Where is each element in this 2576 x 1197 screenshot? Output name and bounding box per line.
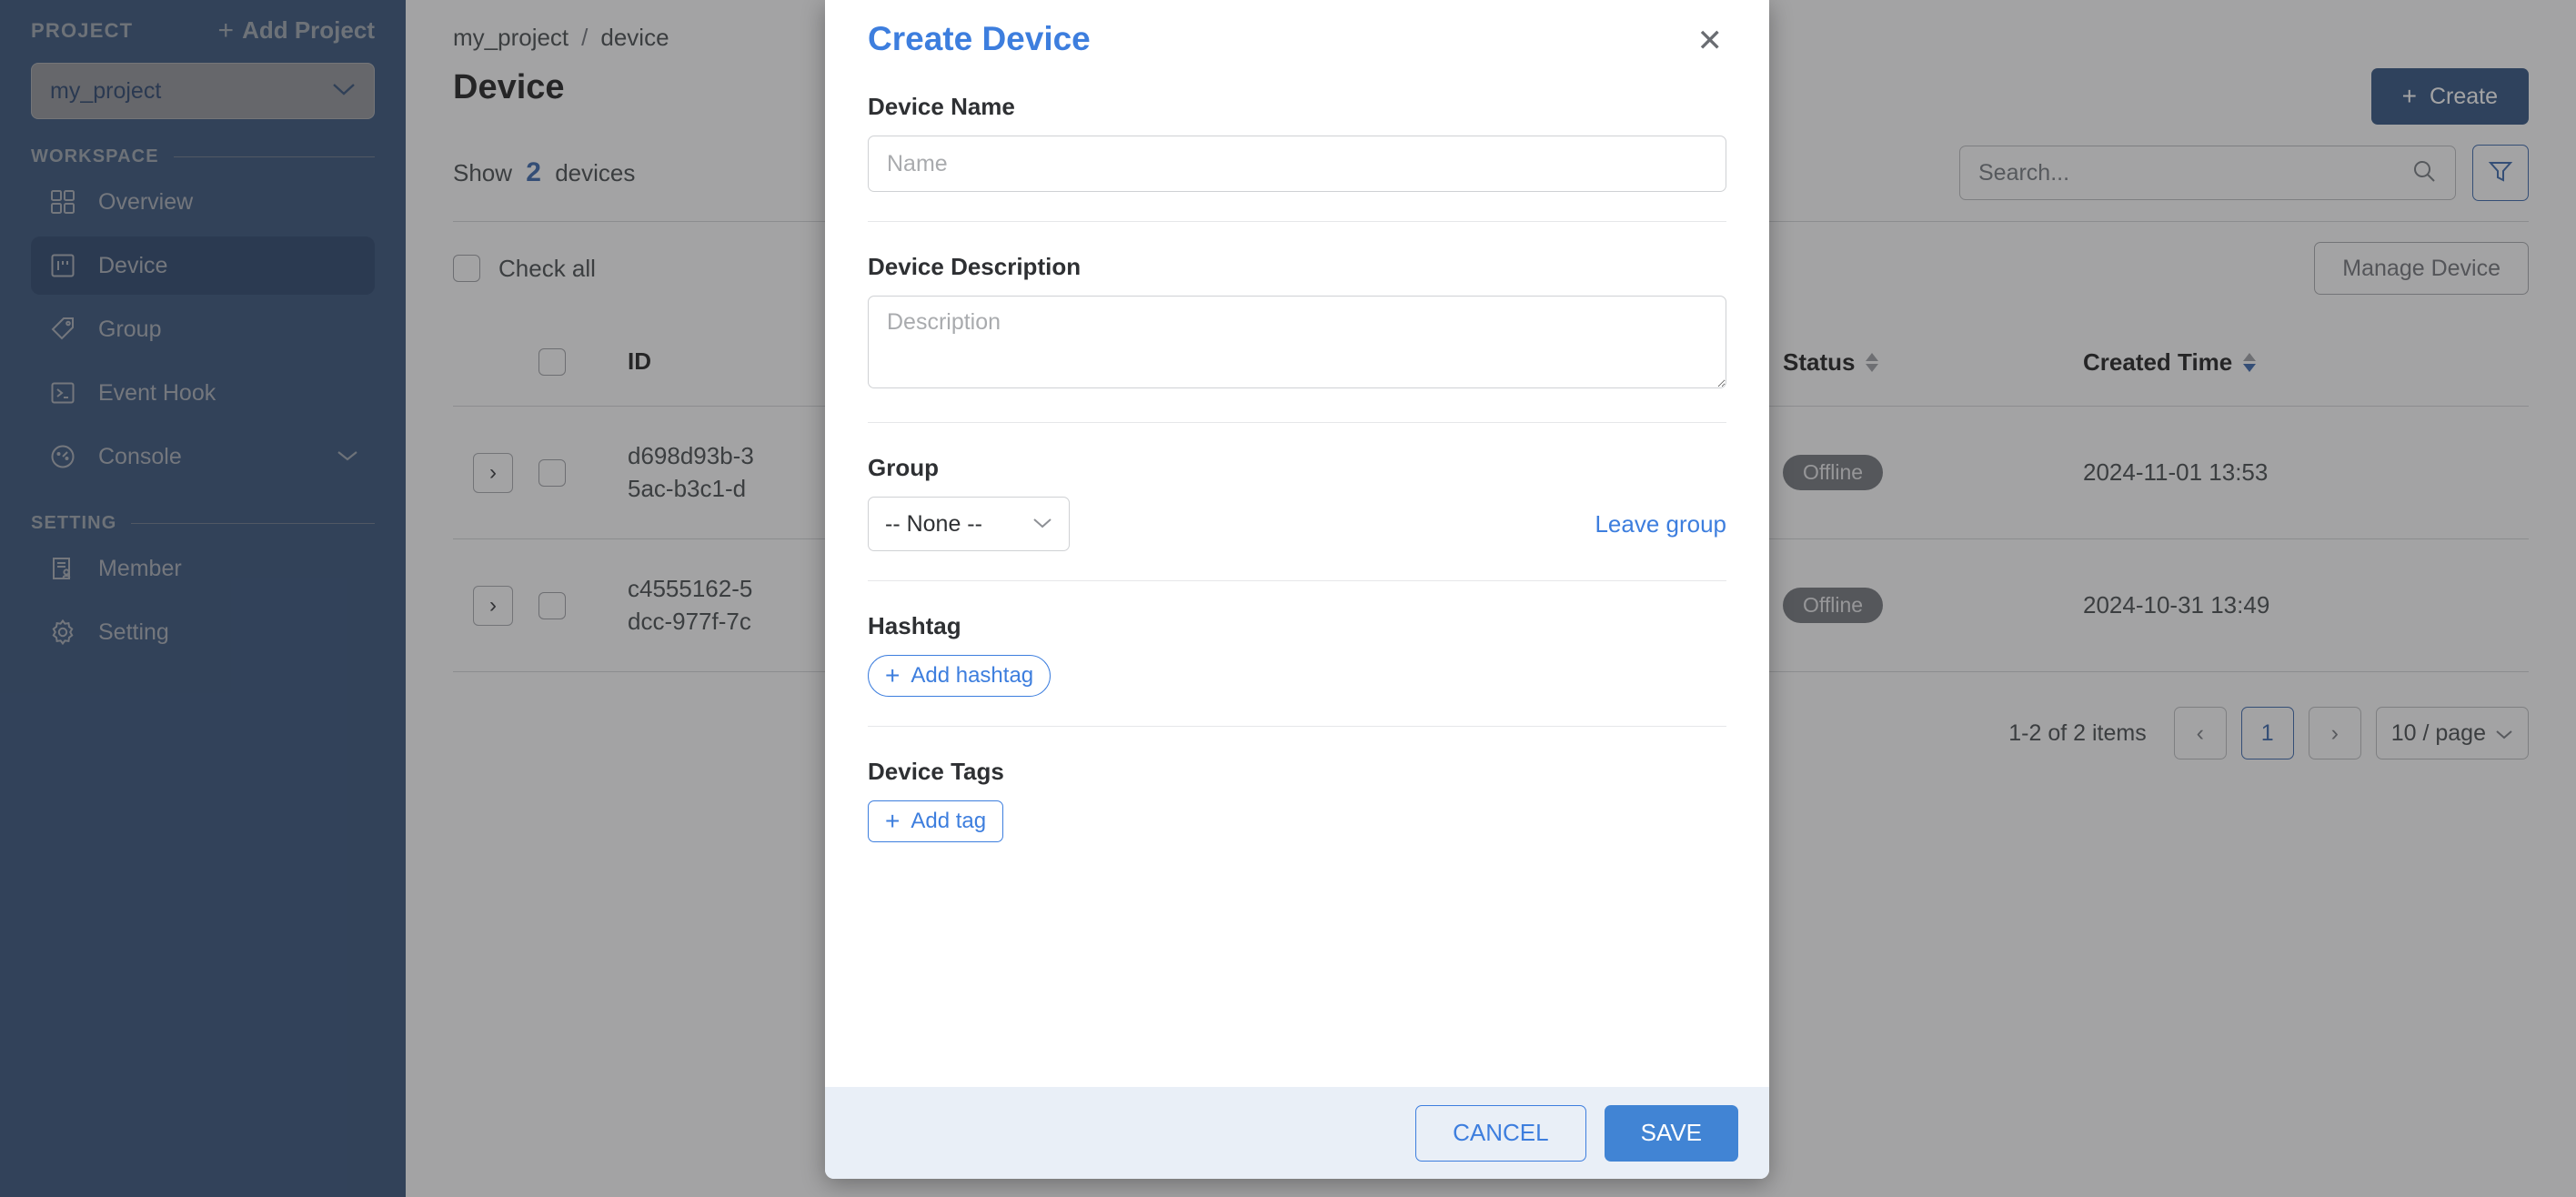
device-description-label: Device Description <box>868 253 1082 280</box>
field-device-description: Device Description <box>868 222 1726 393</box>
device-tags-label: Device Tags <box>868 758 1004 785</box>
add-tag-button[interactable]: + Add tag <box>868 800 1004 842</box>
group-select-value: -- None -- <box>885 510 982 537</box>
device-description-input[interactable] <box>868 296 1726 388</box>
device-tags-actions: + Add tag <box>868 800 1726 842</box>
field-device-name: Device Name <box>868 62 1726 192</box>
device-name-label: Device Name <box>868 93 1015 120</box>
group-row: -- None -- Leave group <box>868 497 1726 551</box>
save-button[interactable]: SAVE <box>1604 1104 1738 1162</box>
group-label: Group <box>868 454 939 481</box>
app-root: PROJECT + Add Project my_project WORKSPA… <box>0 0 2576 1197</box>
create-device-dialog: Create Device ✕ Device Name Device Descr… <box>825 0 1769 1179</box>
plus-icon: + <box>885 661 901 689</box>
leave-group-link[interactable]: Leave group <box>1595 510 1726 538</box>
hashtag-actions: + Add hashtag <box>868 655 1726 697</box>
dialog-header: Create Device ✕ <box>868 0 1726 62</box>
add-tag-label: Add tag <box>911 809 987 833</box>
field-group: Group -- None -- Leave group <box>868 423 1726 551</box>
cancel-button[interactable]: CANCEL <box>1415 1104 1586 1162</box>
add-hashtag-button[interactable]: + Add hashtag <box>868 655 1052 697</box>
plus-icon: + <box>885 807 901 835</box>
field-device-tags: Device Tags + Add tag <box>868 727 1726 842</box>
hashtag-label: Hashtag <box>868 612 961 639</box>
chevron-down-icon <box>1032 515 1052 534</box>
dialog-title: Create Device <box>868 20 1091 57</box>
add-hashtag-label: Add hashtag <box>911 663 1034 688</box>
dialog-footer: CANCEL SAVE <box>825 1087 1769 1179</box>
dialog-body: Create Device ✕ Device Name Device Descr… <box>825 0 1769 1087</box>
group-select[interactable]: -- None -- <box>868 497 1070 551</box>
close-icon[interactable]: ✕ <box>1694 20 1727 62</box>
device-name-input[interactable] <box>868 136 1726 192</box>
field-hashtag: Hashtag + Add hashtag <box>868 581 1726 697</box>
